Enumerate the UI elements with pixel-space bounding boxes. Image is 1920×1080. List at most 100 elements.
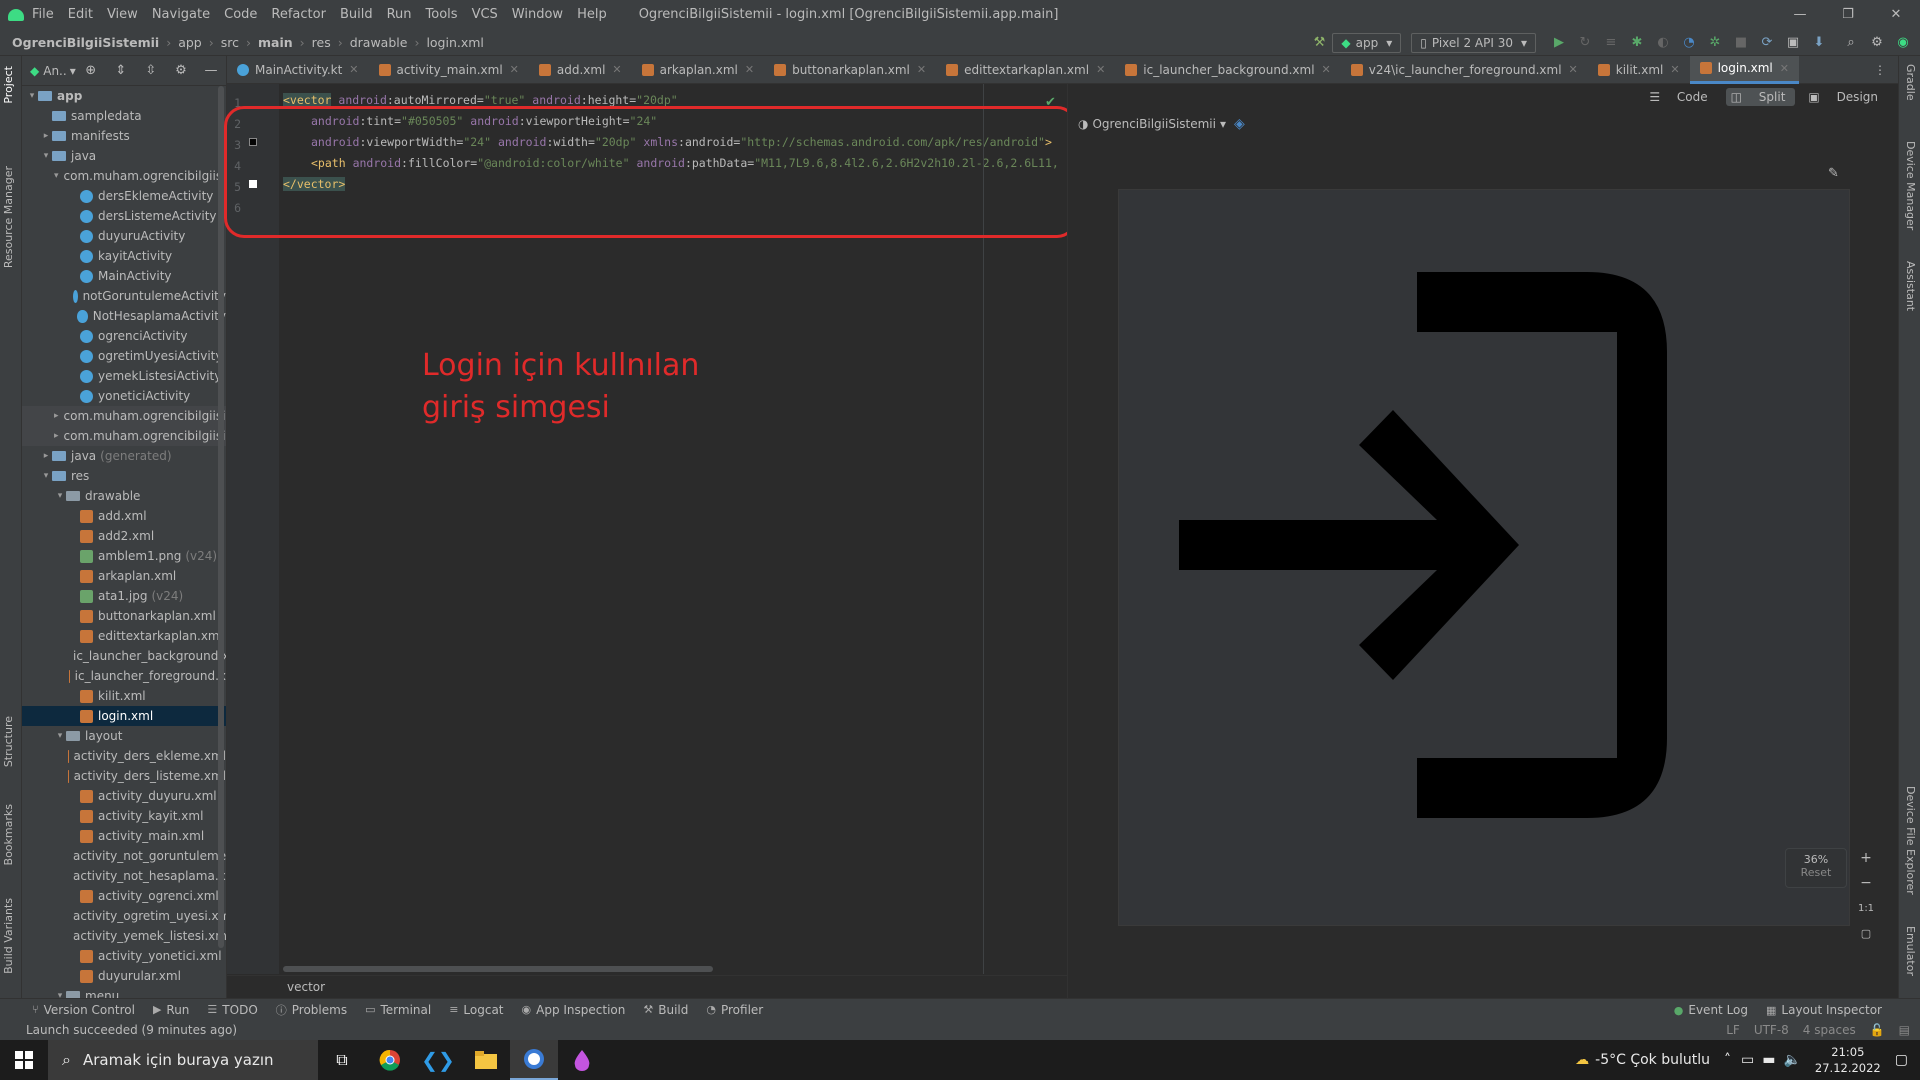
tree-item[interactable]: activity_main.xml [22, 826, 226, 846]
chevron-down-icon[interactable]: ▾ [40, 471, 52, 481]
zoom-one-to-one-button[interactable]: 1:1 [1857, 899, 1875, 917]
zoom-indicator[interactable]: 36% Reset [1785, 848, 1847, 888]
tree-item[interactable]: yoneticiActivity [22, 386, 226, 406]
clock[interactable]: 21:05 27.12.2022 [1815, 1044, 1881, 1076]
collapse-all-icon[interactable]: ⇳ [143, 62, 159, 80]
chevron-down-icon[interactable]: ▾ [54, 731, 66, 741]
menu-item-build[interactable]: Build [340, 7, 373, 22]
tree-item[interactable]: yemekListesiActivity [22, 366, 226, 386]
tree-item[interactable]: ic_launcher_background.x [22, 646, 226, 666]
tree-item[interactable]: notGoruntulemeActivity [22, 286, 226, 306]
tree-item[interactable]: add2.xml [22, 526, 226, 546]
tree-item[interactable]: edittextarkaplan.xml [22, 626, 226, 646]
menu-item-view[interactable]: View [107, 7, 138, 22]
battery-icon[interactable]: ▬ [1762, 1052, 1775, 1068]
tree-item[interactable]: activity_not_goruntuleme [22, 846, 226, 866]
rerun-icon[interactable]: ↻ [1576, 34, 1594, 52]
chevron-right-icon[interactable]: ▸ [54, 411, 59, 421]
zoom-in-icon[interactable]: + [1857, 849, 1875, 867]
tree-item[interactable]: sampledata [22, 106, 226, 126]
gradle-tool-tab[interactable]: Gradle [1904, 64, 1917, 101]
menu-item-code[interactable]: Code [224, 7, 257, 22]
editor-tab[interactable]: login.xml ✕ [1689, 55, 1799, 84]
run-tool[interactable]: ▶ Run [153, 1003, 189, 1017]
coverage-icon[interactable]: ◐ [1654, 34, 1672, 52]
version-control-tool[interactable]: ⑂ Version Control [32, 1003, 135, 1017]
logcat-tool[interactable]: ≡ Logcat [449, 1003, 503, 1017]
sdk-manager-icon[interactable]: ⬇ [1810, 34, 1828, 52]
editor-tab[interactable]: edittextarkaplan.xml ✕ [936, 56, 1115, 84]
breadcrumb-item[interactable]: OgrenciBilgiiSistemii [12, 35, 159, 50]
device-select[interactable]: ▯ Pixel 2 API 30 ▾ [1411, 32, 1536, 53]
hide-icon[interactable]: — [203, 62, 219, 80]
menu-item-refactor[interactable]: Refactor [271, 7, 326, 22]
project-tool-tab[interactable]: Project [2, 66, 15, 104]
editor-breadcrumb[interactable]: vector [227, 975, 1067, 998]
expand-all-icon[interactable]: ⇕ [113, 62, 129, 80]
close-icon[interactable]: ✕ [1872, 0, 1920, 29]
tree-item[interactable]: ata1.jpg (v24) [22, 586, 226, 606]
tree-item[interactable]: ogrenciActivity [22, 326, 226, 346]
paint-app-icon[interactable] [558, 1040, 606, 1080]
tree-item[interactable]: activity_duyuru.xml [22, 786, 226, 806]
close-tab-icon[interactable]: ✕ [917, 63, 926, 76]
structure-tool-tab[interactable]: Structure [2, 716, 15, 767]
breadcrumb-item[interactable]: login.xml [426, 35, 483, 50]
editor-tab[interactable]: buttonarkaplan.xml ✕ [764, 56, 936, 84]
run-config-select[interactable]: ◆ app ▾ [1332, 32, 1402, 53]
tree-item[interactable]: activity_not_hesaplama.xr [22, 866, 226, 886]
task-view-icon[interactable]: ⧉ [318, 1040, 366, 1080]
weather-text[interactable]: -5°C Çok bulutlu [1595, 1052, 1710, 1068]
run-icon[interactable]: ▶ [1550, 34, 1568, 52]
tree-item[interactable]: activity_ders_ekleme.xml [22, 746, 226, 766]
tree-item[interactable]: ▾ menu [22, 986, 226, 998]
editor-tab[interactable]: v24\ic_launcher_foreground.xml ✕ [1341, 56, 1588, 84]
tree-item[interactable]: ▾ java [22, 146, 226, 166]
build-tool[interactable]: ⚒ Build [643, 1003, 688, 1017]
design-mode-button[interactable]: ▣ Design [1803, 88, 1888, 106]
device-manager-icon[interactable]: ▣ [1784, 34, 1802, 52]
sync-gradle-icon[interactable]: ⟳ [1758, 34, 1776, 52]
file-explorer-icon[interactable] [462, 1040, 510, 1080]
close-tab-icon[interactable]: ✕ [510, 63, 519, 76]
chevron-down-icon[interactable]: ▾ [40, 151, 52, 161]
breadcrumb-item[interactable]: res [312, 35, 331, 50]
menu-item-navigate[interactable]: Navigate [152, 7, 210, 22]
tree-item[interactable]: ▾ res [22, 466, 226, 486]
network-icon[interactable]: ▭ [1741, 1052, 1754, 1068]
device-manager-tool-tab[interactable]: Device Manager [1904, 141, 1917, 230]
lock-icon[interactable]: 🔓 [1870, 1023, 1885, 1037]
tree-item[interactable]: activity_ogrenci.xml [22, 886, 226, 906]
restore-icon[interactable]: ❐ [1824, 0, 1872, 29]
tree-item[interactable]: dersEklemeActivity [22, 186, 226, 206]
menu-item-help[interactable]: Help [577, 7, 607, 22]
resource-manager-tool-tab[interactable]: Resource Manager [2, 166, 15, 268]
tree-item[interactable]: activity_kayit.xml [22, 806, 226, 826]
close-tab-icon[interactable]: ✕ [612, 63, 621, 76]
tree-item[interactable]: ▸ com.muham.ogrencibilgiisist [22, 406, 226, 426]
debug-icon[interactable]: ✱ [1628, 34, 1646, 52]
tree-item[interactable]: dersListemeActivity [22, 206, 226, 226]
tree-item[interactable]: ogretimUyesiActivity [22, 346, 226, 366]
split-mode-button[interactable]: ◫ Split [1725, 88, 1796, 106]
editor-tab[interactable]: ic_launcher_background.xml ✕ [1115, 56, 1340, 84]
tree-item[interactable]: activity_ogretim_uyesi.xm [22, 906, 226, 926]
tree-item[interactable]: ▸ java (generated) [22, 446, 226, 466]
tree-item[interactable]: kayitActivity [22, 246, 226, 266]
tree-item[interactable]: activity_yonetici.xml [22, 946, 226, 966]
menu-item-edit[interactable]: Edit [68, 7, 93, 22]
pin-icon[interactable]: ✎ [1828, 166, 1839, 181]
close-tab-icon[interactable]: ✕ [349, 63, 358, 76]
todo-tool[interactable]: ☰ TODO [207, 1003, 257, 1017]
project-view-select[interactable]: An.. [43, 64, 66, 78]
gear-icon[interactable]: ⚙ [173, 62, 189, 80]
notifications-icon[interactable]: ▤ [1899, 1023, 1910, 1037]
locate-icon[interactable]: ⊕ [83, 62, 99, 80]
tree-item[interactable]: ▾ app [22, 86, 226, 106]
vscode-icon[interactable]: ❮❯ [414, 1040, 462, 1080]
editor-horizontal-scrollbar[interactable] [283, 966, 713, 972]
breadcrumb-item[interactable]: drawable [350, 35, 408, 50]
line-separator-indicator[interactable]: LF [1726, 1023, 1740, 1037]
stop-icon[interactable]: ■ [1732, 34, 1750, 52]
problems-tool[interactable]: ⓘ Problems [276, 1002, 347, 1018]
